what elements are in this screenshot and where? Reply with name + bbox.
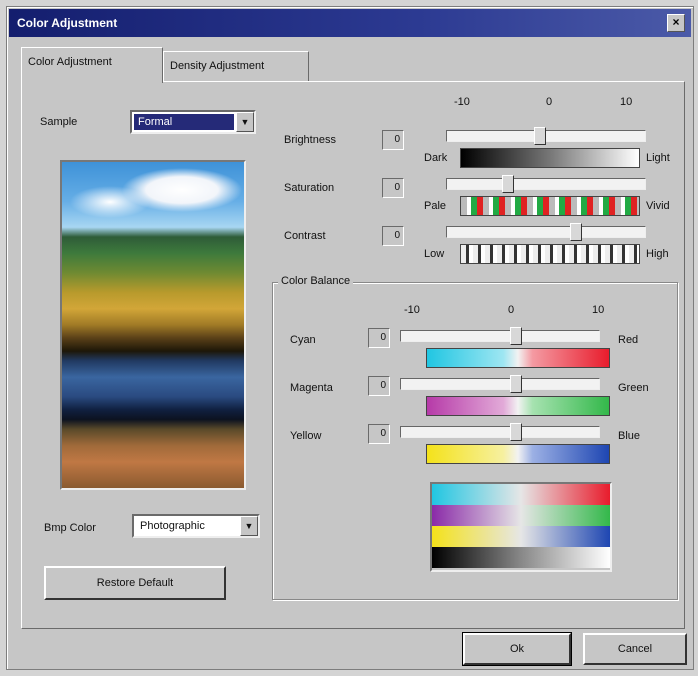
bmp-color-dropdown[interactable]: Photographic ▼ (132, 514, 260, 538)
tab-density-adjustment[interactable]: Density Adjustment (163, 51, 309, 81)
preview-image-frame (60, 160, 246, 490)
brightness-slider-knob[interactable] (534, 127, 546, 145)
contrast-gradient-bar (460, 244, 640, 264)
swatch-magenta-green (432, 505, 610, 526)
color-adjustment-dialog: Color Adjustment × Color Adjustment Dens… (6, 6, 694, 670)
contrast-slider-track[interactable] (446, 226, 646, 238)
saturation-label: Saturation (284, 182, 335, 194)
chevron-down-icon[interactable]: ▼ (240, 516, 258, 536)
sample-dropdown[interactable]: Formal ▼ (130, 110, 256, 134)
cyan-red-gradient-bar (426, 348, 610, 368)
magenta-green-gradient-bar (426, 396, 610, 416)
yellow-blue-value[interactable]: 0 (368, 424, 390, 444)
saturation-slider-knob[interactable] (502, 175, 514, 193)
yellow-blue-slider-knob[interactable] (510, 423, 522, 441)
cyan-red-slider-knob[interactable] (510, 327, 522, 345)
bmp-color-value: Photographic (140, 520, 205, 532)
green-label: Green (618, 382, 649, 394)
saturation-gradient-bar (460, 196, 640, 216)
blue-label: Blue (618, 430, 641, 442)
contrast-high-label: High (646, 248, 669, 260)
magenta-green-slider-knob[interactable] (510, 375, 522, 393)
cyan-red-value[interactable]: 0 (368, 328, 390, 348)
yellow-label: Yellow (290, 430, 322, 442)
window-title: Color Adjustment (17, 16, 118, 30)
scale-min-label: -10 (454, 96, 470, 108)
chevron-down-icon[interactable]: ▼ (236, 112, 254, 132)
sample-label: Sample (40, 116, 78, 128)
close-button[interactable]: × (667, 14, 685, 32)
red-label: Red (618, 334, 639, 346)
contrast-label: Contrast (284, 230, 326, 242)
swatch-cyan-red (432, 484, 610, 505)
tab-color-adjustment[interactable]: Color Adjustment (21, 47, 163, 83)
cancel-button[interactable]: Cancel (583, 633, 687, 665)
magenta-label: Magenta (290, 382, 333, 394)
color-adjustment-panel: Sample Formal ▼ -10 0 10 Brightness 0 Da… (21, 81, 685, 629)
cb-scale-mid-label: 0 (508, 304, 515, 316)
contrast-slider-knob[interactable] (570, 223, 582, 241)
scale-mid-label: 0 (546, 96, 553, 108)
contrast-value[interactable]: 0 (382, 226, 404, 246)
saturation-value[interactable]: 0 (382, 178, 404, 198)
bmp-color-label: Bmp Color (44, 522, 96, 534)
sample-value: Formal (134, 114, 234, 130)
cyan-red-slider-track[interactable] (400, 330, 600, 342)
brightness-value[interactable]: 0 (382, 130, 404, 150)
yellow-blue-slider-track[interactable] (400, 426, 600, 438)
brightness-gradient-bar (460, 148, 640, 168)
saturation-low-label: Pale (424, 200, 447, 212)
restore-default-button[interactable]: Restore Default (44, 566, 226, 600)
color-balance-preview-swatch (430, 482, 612, 572)
cb-scale-min-label: -10 (404, 304, 420, 316)
swatch-yellow-blue (432, 526, 610, 547)
yellow-blue-gradient-bar (426, 444, 610, 464)
preview-landscape-image (62, 162, 244, 488)
scale-max-label: 10 (620, 96, 633, 108)
brightness-label: Brightness (284, 134, 336, 146)
swatch-black-white (432, 547, 610, 568)
title-bar: Color Adjustment × (9, 9, 691, 37)
brightness-low-label: Dark (424, 152, 448, 164)
color-balance-title: Color Balance (278, 275, 354, 287)
magenta-green-slider-track[interactable] (400, 378, 600, 390)
brightness-high-label: Light (646, 152, 670, 164)
cyan-label: Cyan (290, 334, 316, 346)
magenta-green-value[interactable]: 0 (368, 376, 390, 396)
contrast-low-label: Low (424, 248, 445, 260)
saturation-high-label: Vivid (646, 200, 670, 212)
brightness-slider-track[interactable] (446, 130, 646, 142)
ok-button[interactable]: Ok (462, 632, 572, 666)
cb-scale-max-label: 10 (592, 304, 605, 316)
saturation-slider-track[interactable] (446, 178, 646, 190)
